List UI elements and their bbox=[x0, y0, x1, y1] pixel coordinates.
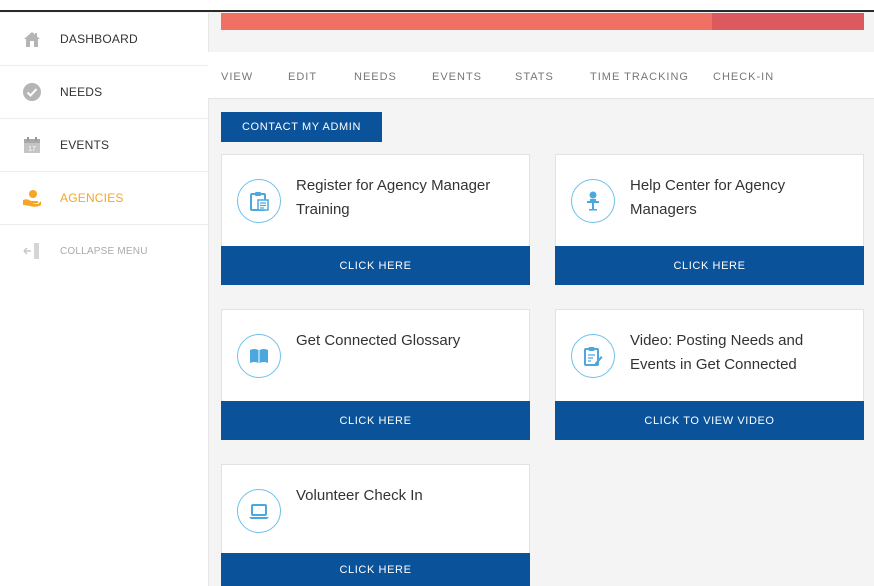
tab-check-in[interactable]: CHECK-IN bbox=[713, 71, 774, 83]
sidebar: DASHBOARD NEEDS 17 EVENTS AGENCIES COLLA… bbox=[0, 13, 209, 586]
sidebar-item-label: AGENCIES bbox=[60, 191, 124, 205]
top-border bbox=[0, 0, 874, 12]
click-to-view-video-button[interactable]: CLICK TO VIEW VIDEO bbox=[555, 401, 864, 440]
collapse-arrow-icon bbox=[22, 241, 42, 261]
check-circle-icon bbox=[22, 82, 42, 102]
sidebar-item-label: NEEDS bbox=[60, 85, 103, 99]
contact-admin-button[interactable]: CONTACT MY ADMIN bbox=[221, 112, 382, 142]
sidebar-item-label: DASHBOARD bbox=[60, 32, 138, 46]
tab-stats[interactable]: STATS bbox=[515, 71, 554, 83]
home-icon bbox=[22, 29, 42, 49]
clipboard-edit-icon bbox=[571, 334, 615, 378]
svg-text:17: 17 bbox=[28, 146, 36, 153]
book-icon bbox=[237, 334, 281, 378]
tab-events[interactable]: EVENTS bbox=[432, 71, 482, 83]
tab-view[interactable]: VIEW bbox=[221, 71, 253, 83]
tab-time-tracking[interactable]: TIME TRACKING bbox=[590, 71, 689, 83]
tab-edit[interactable]: EDIT bbox=[288, 71, 317, 83]
agency-hand-icon bbox=[22, 188, 42, 208]
click-here-button[interactable]: CLICK HERE bbox=[221, 553, 530, 586]
click-here-button[interactable]: CLICK HERE bbox=[221, 401, 530, 440]
card-glossary: Get Connected Glossary CLICK HERE bbox=[221, 309, 530, 440]
tab-needs[interactable]: NEEDS bbox=[354, 71, 397, 83]
card-agency-training: Register for Agency Manager Training CLI… bbox=[221, 154, 530, 285]
card-help-center: Help Center for Agency Managers CLICK HE… bbox=[555, 154, 864, 285]
card-title: Volunteer Check In bbox=[296, 487, 423, 504]
card-title: Register for Agency Manager Training bbox=[296, 177, 491, 218]
sidebar-item-needs[interactable]: NEEDS bbox=[0, 66, 208, 119]
card-video-posting: Video: Posting Needs and Events in Get C… bbox=[555, 309, 864, 440]
card-title: Get Connected Glossary bbox=[296, 332, 461, 349]
click-here-button[interactable]: CLICK HERE bbox=[221, 246, 530, 285]
sidebar-item-label: COLLAPSE MENU bbox=[60, 245, 148, 257]
sidebar-item-events[interactable]: 17 EVENTS bbox=[0, 119, 208, 172]
sidebar-item-agencies[interactable]: AGENCIES bbox=[0, 172, 208, 225]
clipboard-icon bbox=[237, 179, 281, 223]
collapse-menu-button[interactable]: COLLAPSE MENU bbox=[0, 225, 208, 277]
header-banner bbox=[221, 13, 864, 30]
sidebar-item-label: EVENTS bbox=[60, 138, 110, 152]
banner-accent bbox=[712, 13, 864, 30]
click-here-button[interactable]: CLICK HERE bbox=[555, 246, 864, 285]
tab-bar: VIEW EDIT NEEDS EVENTS STATS TIME TRACKI… bbox=[208, 52, 874, 99]
calendar-icon: 17 bbox=[22, 135, 42, 155]
person-desk-icon bbox=[571, 179, 615, 223]
laptop-icon bbox=[237, 489, 281, 533]
sidebar-item-dashboard[interactable]: DASHBOARD bbox=[0, 13, 208, 66]
card-title: Video: Posting Needs and Events in Get C… bbox=[630, 332, 804, 373]
card-volunteer-check-in: Volunteer Check In CLICK HERE bbox=[221, 464, 530, 586]
card-title: Help Center for Agency Managers bbox=[630, 177, 786, 218]
